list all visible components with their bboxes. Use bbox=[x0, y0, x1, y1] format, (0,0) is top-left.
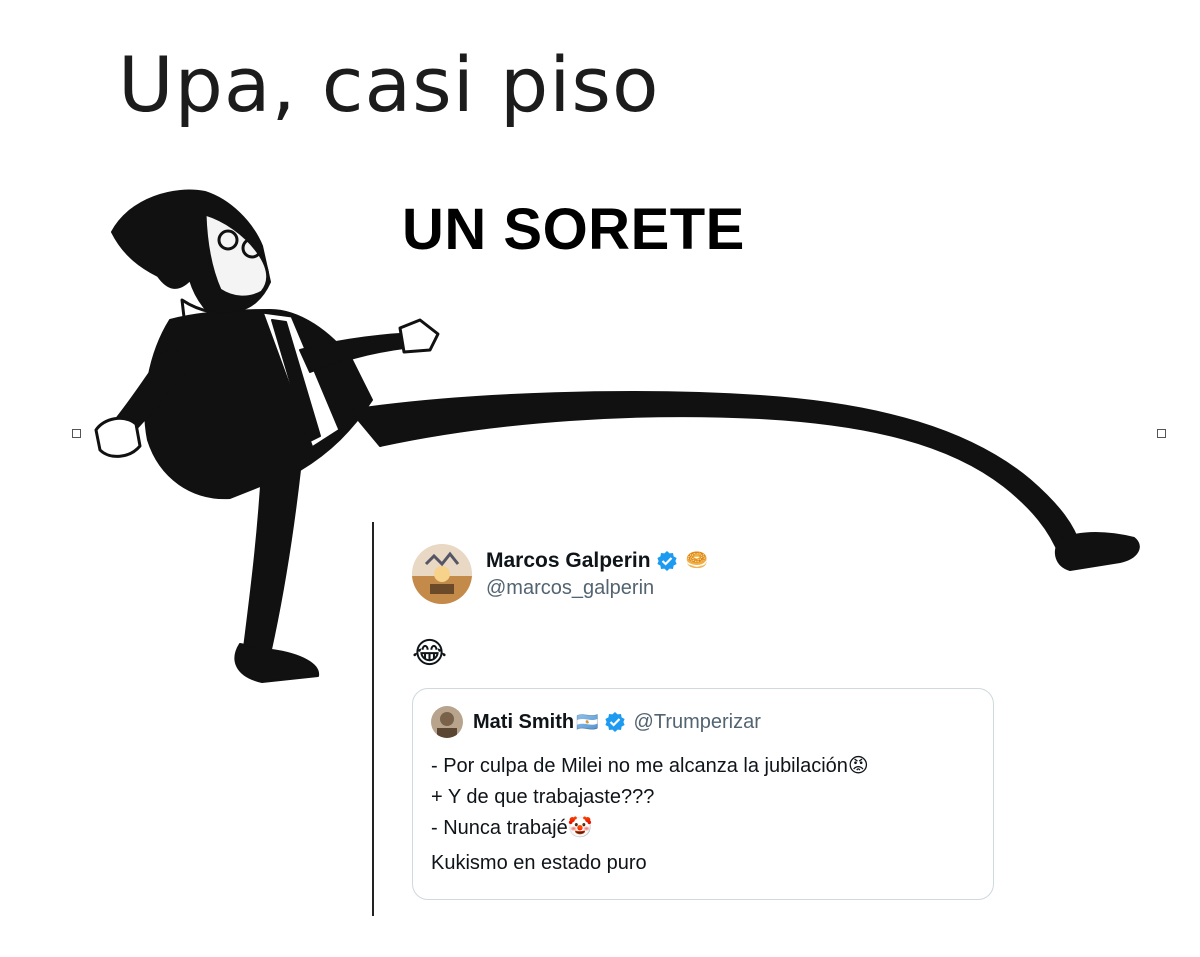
avatar[interactable] bbox=[412, 544, 472, 604]
affiliate-badge-icon: 🥯 bbox=[685, 550, 708, 570]
author-name[interactable]: Marcos Galperin bbox=[486, 549, 651, 573]
meme-title: Upa, casi piso bbox=[118, 40, 660, 129]
quoted-line: - Por culpa de Milei no me alcanza la ju… bbox=[431, 755, 869, 777]
verified-badge-icon bbox=[656, 550, 678, 572]
quoted-tweet-text: - Por culpa de Milei no me alcanza la ju… bbox=[431, 751, 975, 844]
tweet-header: Marcos Galperin 🥯 @marcos_galperin bbox=[412, 540, 1012, 608]
author-handle[interactable]: @marcos_galperin bbox=[486, 577, 708, 600]
verified-badge-icon bbox=[604, 711, 626, 733]
left-resize-handle[interactable] bbox=[72, 429, 81, 438]
divider-line bbox=[372, 522, 374, 916]
tweet-text: 😂 bbox=[412, 637, 448, 670]
quoted-author-handle[interactable]: @Trumperizar bbox=[634, 711, 761, 734]
tweet-card[interactable]: Marcos Galperin 🥯 @marcos_galperin 😂 bbox=[412, 540, 1012, 676]
quoted-avatar[interactable] bbox=[431, 706, 463, 738]
meme-caption: UN SORETE bbox=[402, 197, 745, 262]
argentina-flag-icon: 🇦🇷 bbox=[576, 711, 599, 732]
quoted-line: - Nunca trabajé🤡 bbox=[431, 817, 593, 839]
quoted-line: + Y de que trabajaste??? bbox=[431, 786, 655, 808]
quoted-tweet[interactable]: Mati Smith 🇦🇷 @Trumperizar - Por culpa d… bbox=[412, 688, 994, 900]
quoted-author-name[interactable]: Mati Smith bbox=[473, 711, 574, 734]
quoted-footer-text: Kukismo en estado puro bbox=[431, 852, 647, 874]
right-resize-handle[interactable] bbox=[1157, 429, 1166, 438]
